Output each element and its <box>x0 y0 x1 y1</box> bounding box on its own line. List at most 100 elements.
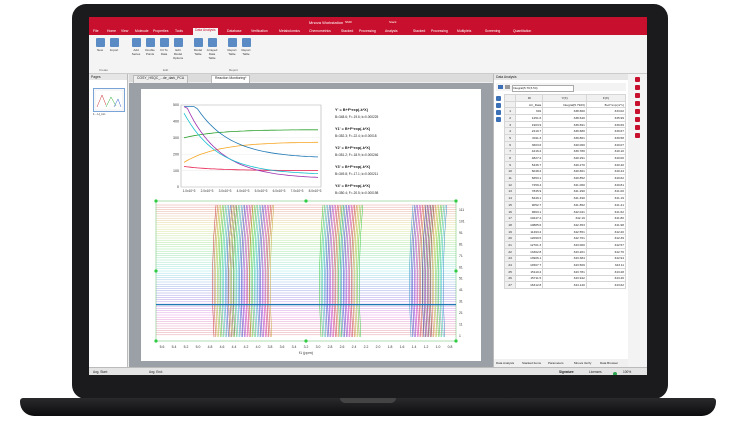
page-thumbnail[interactable] <box>93 88 125 112</box>
column-header[interactable]: Y(X) <box>542 94 587 102</box>
table-cell[interactable]: 18 <box>503 221 517 229</box>
table-row[interactable]: 18 10885.6 342.353 341.98 <box>503 221 627 229</box>
selection-handle[interactable] <box>454 339 458 343</box>
panel-bottom-tab[interactable]: Data Browser <box>600 361 618 365</box>
table-cell[interactable]: 601 <box>515 107 544 116</box>
panel-bottom-tab[interactable]: Parameters <box>548 361 564 365</box>
fit-icon[interactable] <box>635 133 640 138</box>
ribbon-button[interactable]: Import <box>107 38 121 52</box>
selection-handle[interactable] <box>154 199 158 203</box>
ribbon-tab[interactable]: Analysis <box>385 29 398 33</box>
table-cell[interactable]: 340.81 <box>585 180 627 189</box>
column-header[interactable] <box>503 94 517 102</box>
table-cell[interactable]: 339.861 <box>542 134 587 142</box>
table-cell[interactable]: 340.661 <box>542 167 587 176</box>
formula-cell[interactable] <box>503 100 517 109</box>
table-cell[interactable]: 12701.3 <box>515 241 544 249</box>
table-cell[interactable]: 343.11 <box>585 261 627 269</box>
formula-cell[interactable]: Arr_Data <box>515 100 544 109</box>
table-cell[interactable]: 7259.4 <box>515 180 544 189</box>
table-cell[interactable]: 341.62 <box>585 207 627 216</box>
peak-pick-icon[interactable] <box>635 109 640 114</box>
table-cell[interactable]: 343.46 <box>585 274 627 283</box>
table-cell[interactable]: 3011.3 <box>515 134 544 142</box>
table-cell[interactable]: 15711.5 <box>515 274 544 283</box>
table-cell[interactable]: 21 <box>503 241 517 249</box>
table-cell[interactable]: 10885.6 <box>515 221 544 229</box>
export-icon[interactable] <box>496 117 501 122</box>
table-cell[interactable]: 341.852 <box>542 201 587 209</box>
table-cell[interactable]: 23 <box>503 254 517 263</box>
table-cell[interactable]: 7845.9 <box>515 187 544 196</box>
formula-cell[interactable]: Integral(5.7923) <box>542 100 587 109</box>
table-row[interactable]: 7 4216.2 339.780 340.10 <box>503 147 627 156</box>
table-cell[interactable]: 339.691 <box>542 120 587 129</box>
table-row[interactable]: 22 13302.8 343.201 342.76 <box>503 247 627 256</box>
table-cell[interactable]: 16 <box>503 207 517 216</box>
table-row[interactable]: 2 1251.6 338.640 335.99 <box>503 114 627 122</box>
table-cell[interactable]: 342.57 <box>585 241 627 249</box>
table-cell[interactable]: 1251.6 <box>515 114 544 122</box>
column-header[interactable]: ID <box>515 94 544 102</box>
table-cell[interactable]: 343.201 <box>542 247 587 256</box>
table-cell[interactable]: 22 <box>503 247 517 256</box>
table-cell[interactable]: 15110.2 <box>515 267 544 276</box>
table-row[interactable]: 1 601 338.660 333.02 <box>503 107 627 116</box>
table-cell[interactable]: 6 <box>503 140 517 149</box>
ribbon-button[interactable]: Model Table <box>191 38 205 56</box>
table-row[interactable]: 5 3011.3 339.861 339.58 <box>503 134 627 142</box>
table-cell[interactable]: 5 <box>503 134 517 142</box>
panel-bottom-tab[interactable]: Data Analysis <box>496 361 514 365</box>
table-cell[interactable]: 4 <box>503 127 517 136</box>
pan-icon[interactable] <box>635 85 640 90</box>
table-cell[interactable]: 15 <box>503 201 517 209</box>
ribbon-button[interactable]: Edit Model Options <box>171 38 185 60</box>
table-row[interactable]: 25 15110.2 343.781 343.28 <box>503 267 627 276</box>
panel-bottom-tab[interactable]: Stacked Items <box>522 361 541 365</box>
table-cell[interactable]: 343.384 <box>542 254 587 263</box>
ribbon-tab[interactable]: Verification <box>251 29 268 33</box>
table-row[interactable]: 4 2419.7 339.680 339.67 <box>503 127 627 136</box>
table-cell[interactable]: 338.640 <box>542 114 587 122</box>
table-icon[interactable] <box>498 85 503 89</box>
table-cell[interactable]: 343.28 <box>585 267 627 276</box>
selection-handle[interactable] <box>454 199 458 203</box>
table-cell[interactable]: 342.761 <box>542 234 587 243</box>
table-cell[interactable]: 341.19 <box>585 194 627 202</box>
table-row[interactable]: 27 16312.8 344.140 343.62 <box>503 281 627 289</box>
table-row[interactable]: 13 7845.9 341.290 341.00 <box>503 187 627 196</box>
table-cell[interactable]: 9 <box>503 160 517 169</box>
signature-label[interactable]: Signature <box>559 370 574 374</box>
table-row[interactable]: 20 12099.5 342.761 342.39 <box>503 234 627 243</box>
table-cell[interactable]: 341.060 <box>542 180 587 189</box>
table-cell[interactable]: 342.19 <box>542 214 587 223</box>
table-cell[interactable]: 344.140 <box>542 281 587 289</box>
table-cell[interactable]: 341.290 <box>542 187 587 196</box>
table-cell[interactable]: 25 <box>503 267 517 276</box>
table-cell[interactable]: 343.509 <box>542 261 587 269</box>
ribbon-tab[interactable]: Stacked <box>413 29 425 33</box>
table-cell[interactable]: 343.781 <box>542 267 587 276</box>
table-cell[interactable]: 16312.8 <box>515 281 544 289</box>
selection-handle[interactable] <box>304 339 308 343</box>
table-row[interactable]: 12 7259.4 341.060 340.81 <box>503 180 627 189</box>
table-row[interactable]: 15 9052.7 341.852 341.41 <box>503 201 627 209</box>
ribbon-tab[interactable]: File <box>93 29 98 33</box>
table-cell[interactable]: 10247.4 <box>515 214 544 223</box>
table-cell[interactable]: 6048.2 <box>515 167 544 176</box>
zoom-icon[interactable] <box>635 77 640 82</box>
table-cell[interactable]: 339.69 <box>585 120 627 129</box>
panel-bottom-tab[interactable]: Mnova Verify <box>574 361 591 365</box>
table-cell[interactable]: 24 <box>503 261 517 269</box>
table-cell[interactable]: 342.041 <box>542 207 587 216</box>
document-page[interactable]: 500 400 300 200 100 0 1.0x10^3 2.0x10^3 3.0x10^3… <box>141 89 481 361</box>
ribbon-button[interactable]: Add Series <box>129 38 143 56</box>
ribbon-tab[interactable]: Quantitation <box>513 29 531 33</box>
baseline-icon[interactable] <box>635 125 640 130</box>
table-cell[interactable]: 3 <box>503 120 517 129</box>
cursor-icon[interactable] <box>635 93 640 98</box>
table-row[interactable]: 16 9663.1 342.041 341.62 <box>503 207 627 216</box>
table-row[interactable]: 24 14507.7 343.509 343.11 <box>503 261 627 269</box>
table-cell[interactable]: 340.44 <box>585 167 627 176</box>
table-cell[interactable]: 1903.9 <box>515 120 544 129</box>
